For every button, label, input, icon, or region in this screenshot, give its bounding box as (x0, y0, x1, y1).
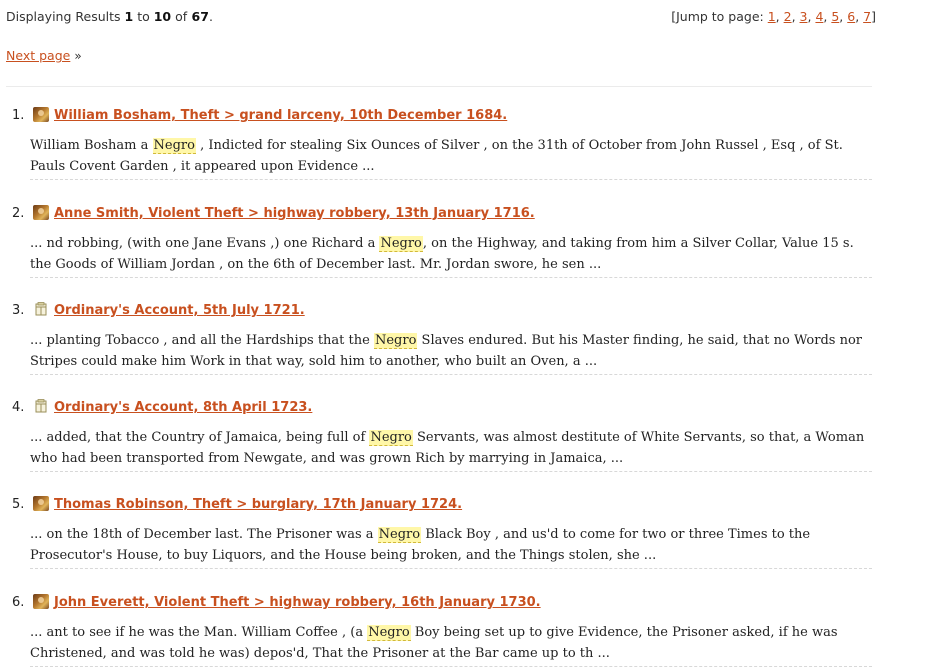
range-to: 10 (153, 9, 172, 24)
result-header: 2. Anne Smith, Violent Theft > highway r… (0, 205, 934, 223)
next-arrow-icon: » (74, 49, 82, 63)
search-term-highlight: Negro (373, 333, 418, 349)
result-snippet: ... on the 18th of December last. The Pr… (30, 524, 872, 569)
jump-label: [Jump to page: (671, 9, 764, 24)
result-header: 4. Ordinary's Account, 8th April 1723. (0, 399, 934, 417)
result-header: 3. Ordinary's Account, 5th July 1721. (0, 302, 934, 320)
result-title-link[interactable]: Anne Smith, Violent Theft > highway robb… (54, 206, 535, 221)
divider (6, 86, 872, 87)
result-snippet: ... planting Tobacco , and all the Hards… (30, 330, 872, 375)
snippet-before: ... ant to see if he was the Man. Willia… (30, 625, 368, 640)
result-title-link[interactable]: Ordinary's Account, 5th July 1721. (54, 303, 305, 318)
trial-portrait-icon (33, 107, 49, 122)
result-title-link[interactable]: Ordinary's Account, 8th April 1723. (54, 400, 312, 415)
trial-portrait-icon (33, 594, 49, 609)
result-snippet: ... added, that the Country of Jamaica, … (30, 427, 872, 472)
ordinary-account-icon (33, 399, 49, 414)
result-item: 6. John Everett, Violent Theft > highway… (0, 594, 934, 667)
results-count: Displaying Results 1 to 10 of 67. (6, 9, 213, 24)
result-header: 6. John Everett, Violent Theft > highway… (0, 594, 934, 612)
jump-close: ] (871, 9, 876, 24)
search-term-highlight: Negro (379, 236, 423, 252)
result-item: 4. Ordinary's Account, 8th April 1723. .… (0, 399, 934, 472)
search-term-highlight: Negro (377, 527, 422, 543)
page-link-3[interactable]: 3 (800, 9, 808, 24)
result-title-link[interactable]: John Everett, Violent Theft > highway ro… (54, 595, 541, 610)
results-total-wrap: 67 (187, 9, 209, 24)
search-term-highlight: Negro (369, 430, 413, 446)
next-page-link[interactable]: Next page (6, 48, 70, 63)
result-title-link[interactable]: Thomas Robinson, Theft > burglary, 17th … (54, 497, 462, 512)
result-number: 3. (12, 303, 25, 318)
snippet-before: ... on the 18th of December last. The Pr… (30, 527, 378, 542)
result-snippet: William Bosham a Negro , Indicted for st… (30, 135, 872, 180)
result-title-link[interactable]: William Bosham, Theft > grand larceny, 1… (54, 108, 507, 123)
result-number: 6. (12, 595, 25, 610)
result-snippet: ... ant to see if he was the Man. Willia… (30, 622, 872, 667)
result-header: 5. Thomas Robinson, Theft > burglary, 17… (0, 496, 934, 514)
count-period: . (208, 9, 213, 24)
result-header: 1. William Bosham, Theft > grand larceny… (0, 107, 934, 125)
result-number: 5. (12, 497, 25, 512)
search-term-highlight: Negro (152, 138, 196, 154)
displaying-prefix: Displaying Results (6, 9, 121, 24)
trial-portrait-icon (33, 205, 49, 220)
page-link-6[interactable]: 6 (847, 9, 855, 24)
result-number: 2. (12, 206, 25, 221)
result-item: 1. William Bosham, Theft > grand larceny… (0, 107, 934, 180)
search-results-page: Displaying Results 1 to 10 of 67. [Jump … (0, 0, 934, 669)
page-link-7[interactable]: 7 (863, 9, 871, 24)
result-number: 4. (12, 400, 25, 415)
range-from: 1 (124, 9, 134, 24)
result-number: 1. (12, 108, 25, 123)
snippet-before: ... nd robbing, (with one Jane Evans ,) … (30, 236, 380, 251)
to-word: to (137, 9, 150, 24)
search-term-highlight: Negro (367, 625, 411, 641)
results-summary-bar: Displaying Results 1 to 10 of 67. [Jump … (6, 9, 876, 27)
jump-to-page: [Jump to page: 1, 2, 3, 4, 5, 6, 7] (671, 9, 876, 24)
result-item: 5. Thomas Robinson, Theft > burglary, 17… (0, 496, 934, 569)
ordinary-account-icon (33, 302, 49, 317)
snippet-before: William Bosham a (30, 138, 153, 153)
page-link-2[interactable]: 2 (784, 9, 792, 24)
of-word: of (175, 9, 188, 24)
result-item: 3. Ordinary's Account, 5th July 1721. ..… (0, 302, 934, 375)
next-page-nav: Next page » (6, 48, 82, 63)
snippet-before: ... added, that the Country of Jamaica, … (30, 430, 370, 445)
result-item: 2. Anne Smith, Violent Theft > highway r… (0, 205, 934, 278)
trial-portrait-icon (33, 496, 49, 511)
result-snippet: ... nd robbing, (with one Jane Evans ,) … (30, 233, 872, 278)
snippet-before: ... planting Tobacco , and all the Hards… (30, 333, 374, 348)
page-link-5[interactable]: 5 (831, 9, 839, 24)
page-link-4[interactable]: 4 (815, 9, 823, 24)
results-total: 67 (191, 9, 209, 24)
page-link-1[interactable]: 1 (768, 9, 776, 24)
